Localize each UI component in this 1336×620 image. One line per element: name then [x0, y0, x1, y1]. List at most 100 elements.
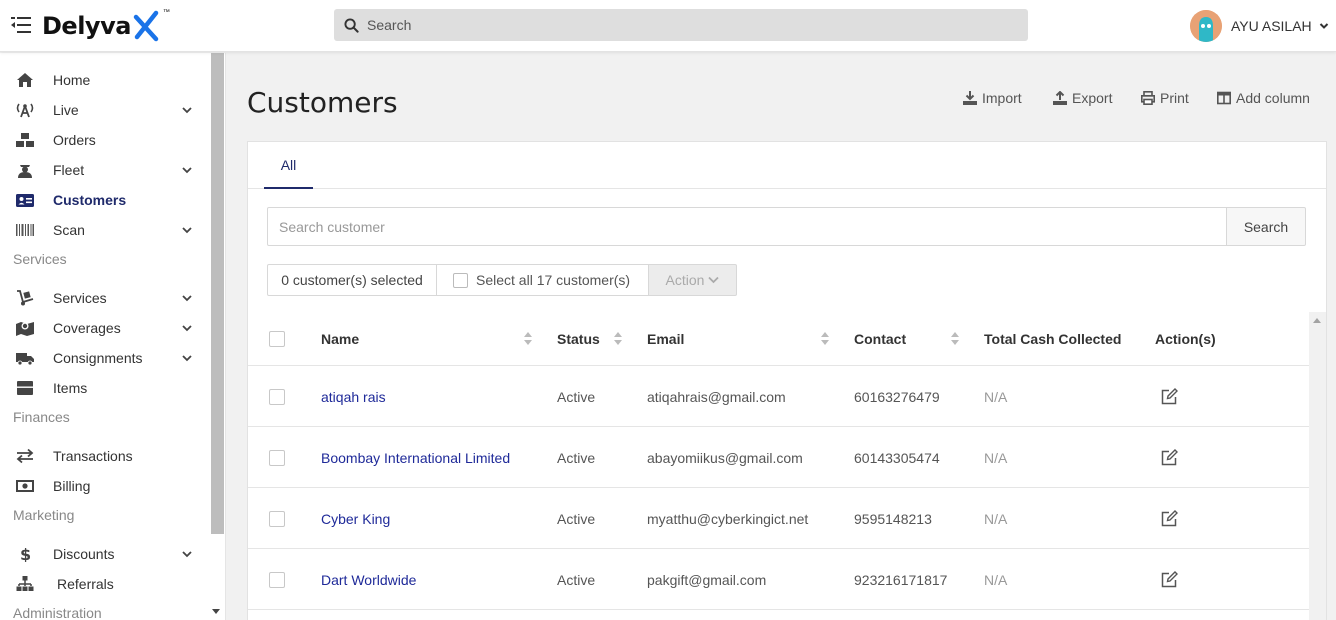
scroll-down-arrow-icon[interactable] [212, 609, 220, 614]
sidebar-item-label: Consignments [53, 350, 143, 366]
customer-name-link[interactable]: Dart Worldwide [321, 549, 416, 610]
select-all-label: Select all 17 customer(s) [476, 272, 631, 288]
sidebar-item-fleet[interactable]: Fleet [0, 155, 210, 185]
sidebar-item-label: Referrals [57, 576, 114, 592]
tab-bar: All [248, 142, 1326, 189]
delyvax-logo[interactable]: Delyva ™ [42, 9, 170, 43]
row-checkbox[interactable] [269, 511, 285, 527]
sidebar-item-transactions[interactable]: Transactions [0, 441, 210, 471]
header-checkbox[interactable] [269, 331, 285, 347]
export-button[interactable]: Export [1053, 89, 1112, 107]
barcode-icon [16, 224, 34, 236]
customer-status: Active [557, 388, 596, 405]
checkbox[interactable] [453, 272, 468, 288]
chevron-down-icon [182, 325, 192, 332]
download-icon [963, 91, 977, 105]
row-checkbox[interactable] [269, 389, 285, 405]
sidebar-item-live[interactable]: Live [0, 95, 210, 125]
sort-icon[interactable] [951, 331, 959, 346]
sidebar-item-label: Services [53, 290, 107, 306]
customer-name-link[interactable]: Boombay International Limited [321, 427, 510, 488]
tab-all[interactable]: All [264, 142, 313, 189]
sidebar-item-label: Fleet [53, 162, 85, 178]
menu-collapse-icon[interactable] [11, 16, 31, 34]
sidebar-item-consignments[interactable]: Consignments [0, 343, 210, 373]
scroll-up-arrow-icon[interactable] [1313, 318, 1321, 323]
boxes-icon [16, 133, 34, 147]
search-icon [344, 17, 359, 33]
table-header: Name Status Email Contact Total Cash Col… [248, 312, 1309, 366]
sidebar-item-discounts[interactable]: $ Discounts [0, 539, 210, 569]
sidebar-item-scan[interactable]: Scan [0, 215, 210, 245]
customer-name-link[interactable]: atiqah rais [321, 366, 386, 427]
customer-email: atiqahrais@gmail.com [647, 388, 786, 405]
sort-icon[interactable] [614, 331, 622, 346]
customer-name-link[interactable]: Cyber King [321, 488, 390, 549]
row-checkbox[interactable] [269, 572, 285, 588]
user-name: AYU ASILAH [1231, 18, 1312, 34]
section-marketing: Marketing [13, 507, 75, 523]
sidebar-item-label: Customers [53, 192, 127, 208]
table-row: Dart Worldwide Active pakgift@gmail.com … [248, 549, 1309, 610]
selected-count: 0 customer(s) selected [267, 264, 437, 296]
sidebar-item-customers[interactable]: Customers [0, 185, 210, 215]
broadcast-icon [16, 103, 34, 118]
svg-text:$: $ [20, 546, 31, 562]
page-title: Customers [247, 86, 398, 119]
import-label: Import [982, 90, 1022, 106]
import-button[interactable]: Import [963, 89, 1022, 107]
home-icon [17, 73, 33, 87]
user-menu[interactable]: AYU ASILAH [1190, 10, 1329, 42]
box-icon [17, 381, 33, 395]
id-card-icon [16, 194, 34, 207]
column-header-contact[interactable]: Contact [854, 312, 906, 366]
table-scrollbar[interactable] [1309, 312, 1326, 620]
avatar [1190, 10, 1222, 42]
customer-cash-collected: N/A [984, 449, 1008, 466]
selection-toolbar: 0 customer(s) selected Select all 17 cus… [267, 264, 737, 296]
column-header-status[interactable]: Status [557, 312, 600, 366]
export-label: Export [1072, 90, 1113, 106]
customer-contact: 9595148213 [854, 510, 932, 527]
column-header-actions: Action(s) [1155, 331, 1216, 347]
sidebar-scrollbar-thumb[interactable] [211, 53, 224, 534]
sort-icon[interactable] [524, 331, 532, 346]
customer-email: myatthu@cyberkingict.net [647, 510, 809, 527]
driver-icon [18, 165, 32, 178]
column-header-name[interactable]: Name [321, 312, 359, 366]
sidebar-item-label: Billing [53, 478, 91, 494]
sidebar-item-orders[interactable]: Orders [0, 125, 210, 155]
edit-icon[interactable] [1161, 388, 1178, 405]
sidebar-item-items[interactable]: Items [0, 373, 210, 403]
customer-status: Active [557, 571, 596, 588]
table-row: Cyber King Active myatthu@cyberkingict.n… [248, 488, 1309, 549]
sort-icon[interactable] [821, 331, 829, 346]
sidebar-item-services[interactable]: Services [0, 283, 210, 313]
sidebar-item-referrals[interactable]: Referrals [0, 569, 210, 599]
edit-icon[interactable] [1161, 449, 1178, 466]
customer-contact: 60163276479 [854, 388, 940, 405]
printer-icon [1141, 91, 1155, 105]
sidebar-item-home[interactable]: Home [0, 65, 210, 95]
select-all-checkbox[interactable]: Select all 17 customer(s) [437, 264, 649, 296]
customer-contact: 60143305474 [854, 449, 940, 466]
column-header-email[interactable]: Email [647, 312, 684, 366]
row-checkbox[interactable] [269, 450, 285, 466]
customer-search-placeholder: Search customer [279, 218, 385, 235]
print-button[interactable]: Print [1141, 89, 1189, 107]
edit-icon[interactable] [1161, 571, 1178, 588]
sidebar-item-billing[interactable]: Billing [0, 471, 210, 501]
customer-search-button[interactable]: Search [1226, 207, 1306, 246]
customer-email: abayomiikus@gmail.com [647, 449, 803, 466]
action-dropdown[interactable]: Action [649, 264, 737, 296]
global-search-input[interactable]: Search [334, 9, 1028, 41]
action-label: Action [665, 272, 705, 288]
sidebar-item-coverages[interactable]: Coverages [0, 313, 210, 343]
money-bill-icon [16, 480, 34, 492]
customers-card: All Search customer Search 0 customer(s)… [247, 141, 1327, 620]
customer-search-input[interactable]: Search customer [267, 207, 1227, 246]
edit-icon[interactable] [1161, 510, 1178, 527]
add-column-button[interactable]: Add column [1217, 89, 1310, 107]
chevron-down-icon [1319, 23, 1328, 29]
table-row: Boombay International Limited Active aba… [248, 427, 1309, 488]
